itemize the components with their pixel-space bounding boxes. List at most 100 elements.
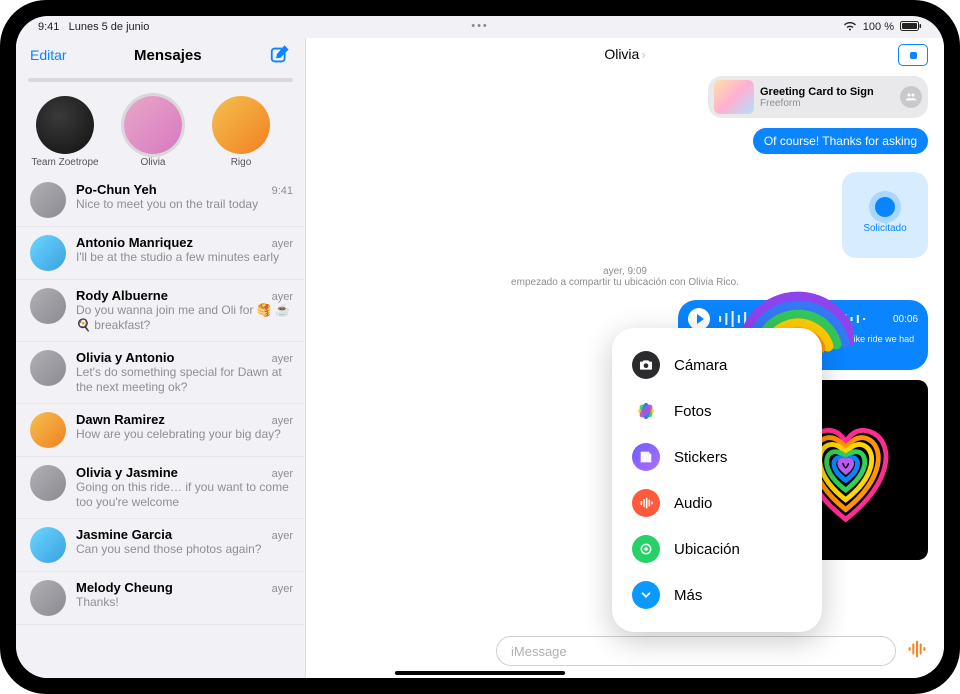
sidebar-title: Mensajes (67, 47, 269, 64)
time-label: ayer (272, 353, 293, 365)
preview-text: I'll be at the studio a few minutes earl… (76, 250, 293, 265)
status-date: Lunes 5 de junio (69, 21, 150, 33)
pinned-name: Team Zoetrope (30, 157, 100, 168)
time-label: ayer (272, 238, 293, 250)
preview-text: Going on this ride… if you want to come … (76, 480, 293, 510)
popover-label: Audio (674, 495, 712, 512)
preview-text: Nice to meet you on the trail today (76, 197, 293, 212)
status-time: 9:41 (38, 21, 59, 33)
preview-text: Let's do something special for Dawn at t… (76, 365, 293, 395)
facetime-button[interactable] (898, 44, 928, 66)
location-dot-icon (875, 197, 895, 217)
multitask-dots[interactable]: ••• (471, 20, 489, 32)
time-label: ayer (272, 583, 293, 595)
chat-header[interactable]: Olivia › (306, 38, 944, 70)
input-placeholder: iMessage (511, 644, 567, 659)
avatar (36, 96, 94, 154)
popover-item-audio[interactable]: Audio (628, 480, 806, 526)
contact-name: Rody Albuerne (76, 288, 168, 303)
play-button[interactable] (688, 308, 710, 330)
card-title: Greeting Card to Sign (760, 86, 894, 98)
audio-icon (632, 489, 660, 517)
time-label: ayer (272, 468, 293, 480)
avatar (30, 580, 66, 616)
preview-text: How are you celebrating your big day? (76, 427, 293, 442)
input-bar: iMessage (496, 634, 928, 668)
timestamp-note: empezado a compartir tu ubicación con Ol… (511, 277, 739, 288)
location-icon (632, 535, 660, 563)
list-item[interactable]: Dawn Ramirez ayerHow are you celebrating … (16, 404, 305, 457)
contact-name: Jasmine Garcia (76, 527, 172, 542)
contact-name: Melody Cheung (76, 580, 173, 595)
popover-item-photos[interactable]: Fotos (628, 388, 806, 434)
audio-duration: 00:06 (893, 314, 918, 325)
popover-label: Más (674, 587, 702, 604)
time-label: ayer (272, 415, 293, 427)
card-subtitle: Freeform (760, 98, 894, 109)
list-item[interactable]: Olivia y Jasmine ayerGoing on this ride… … (16, 457, 305, 519)
search-bar[interactable] (28, 78, 293, 82)
popover-item-camera[interactable]: Cámara (628, 342, 806, 388)
status-battery: 100 % (863, 21, 894, 33)
sidebar-header: Editar Mensajes (16, 38, 305, 72)
card-thumbnail (714, 80, 754, 114)
group-icon (900, 86, 922, 108)
shared-card[interactable]: Greeting Card to Sign Freeform (708, 76, 928, 118)
sidebar: Editar Mensajes Team Zoetrope Olivia (16, 38, 306, 678)
pinned-row: Team Zoetrope Olivia Rigo (16, 88, 305, 174)
list-item[interactable]: Jasmine GarciaayerCan you send those pho… (16, 519, 305, 572)
screen: 9:41 Lunes 5 de junio 100 % ••• Editar M… (16, 16, 944, 678)
status-left: 9:41 Lunes 5 de junio (38, 21, 149, 33)
avatar (30, 182, 66, 218)
contact-name: Dawn Ramirez (76, 412, 165, 427)
popover-item-stickers[interactable]: Stickers (628, 434, 806, 480)
compose-button[interactable] (269, 44, 291, 66)
avatar (30, 350, 66, 386)
pinned-name: Rigo (206, 157, 276, 168)
contact-name: Antonio Manriquez (76, 235, 193, 250)
avatar (212, 96, 270, 154)
avatar (124, 96, 182, 154)
popover-label: Stickers (674, 449, 727, 466)
more-icon (632, 581, 660, 609)
status-right: 100 % (843, 21, 922, 34)
chevron-right-icon: › (641, 47, 645, 62)
contact-name: Olivia y Jasmine (76, 465, 178, 480)
popover-item-more[interactable]: Más (628, 572, 806, 618)
edit-button[interactable]: Editar (30, 47, 67, 63)
message-input[interactable]: iMessage (496, 636, 896, 666)
timestamp-block: ayer, 9:09 empezado a compartir tu ubica… (511, 266, 739, 288)
location-requested[interactable]: Solicitado (842, 172, 928, 258)
timestamp-time: ayer, 9:09 (511, 266, 739, 277)
contact-name: Po-Chun Yeh (76, 182, 157, 197)
conversation-list[interactable]: Po-Chun Yeh9:41Nice to meet you on the t… (16, 174, 305, 678)
dictation-button[interactable] (906, 638, 928, 665)
camera-icon (632, 351, 660, 379)
list-item[interactable]: Po-Chun Yeh9:41Nice to meet you on the t… (16, 174, 305, 227)
popover-label: Fotos (674, 403, 712, 420)
list-item[interactable]: Rody AlbuerneayerDo you wanna join me an… (16, 280, 305, 342)
ipad-frame: 9:41 Lunes 5 de junio 100 % ••• Editar M… (0, 0, 960, 694)
home-indicator[interactable] (395, 671, 565, 675)
avatar (30, 412, 66, 448)
list-item[interactable]: Melody CheungayerThanks! (16, 572, 305, 625)
pinned-name: Olivia (118, 157, 188, 168)
time-label: ayer (272, 291, 293, 303)
photos-icon (632, 397, 660, 425)
popover-item-location[interactable]: Ubicación (628, 526, 806, 572)
apps-popover: Cámara Fotos Stickers (612, 328, 822, 632)
avatar (30, 235, 66, 271)
avatar (30, 465, 66, 501)
pinned-contact[interactable]: Rigo (206, 96, 276, 168)
popover-label: Ubicación (674, 541, 740, 558)
pinned-contact[interactable]: Team Zoetrope (30, 96, 100, 168)
list-item[interactable]: Olivia y AntonioayerLet's do something s… (16, 342, 305, 404)
list-item[interactable]: Antonio Manriquez ayerI'll be at the stud… (16, 227, 305, 280)
pinned-contact[interactable]: Olivia (118, 96, 188, 168)
battery-icon (900, 21, 922, 34)
popover-label: Cámara (674, 357, 727, 374)
preview-text: Can you send those photos again? (76, 542, 293, 557)
message-text: Of course! Thanks for asking (764, 134, 917, 148)
sent-bubble[interactable]: Of course! Thanks for asking (753, 128, 928, 154)
avatar (30, 527, 66, 563)
